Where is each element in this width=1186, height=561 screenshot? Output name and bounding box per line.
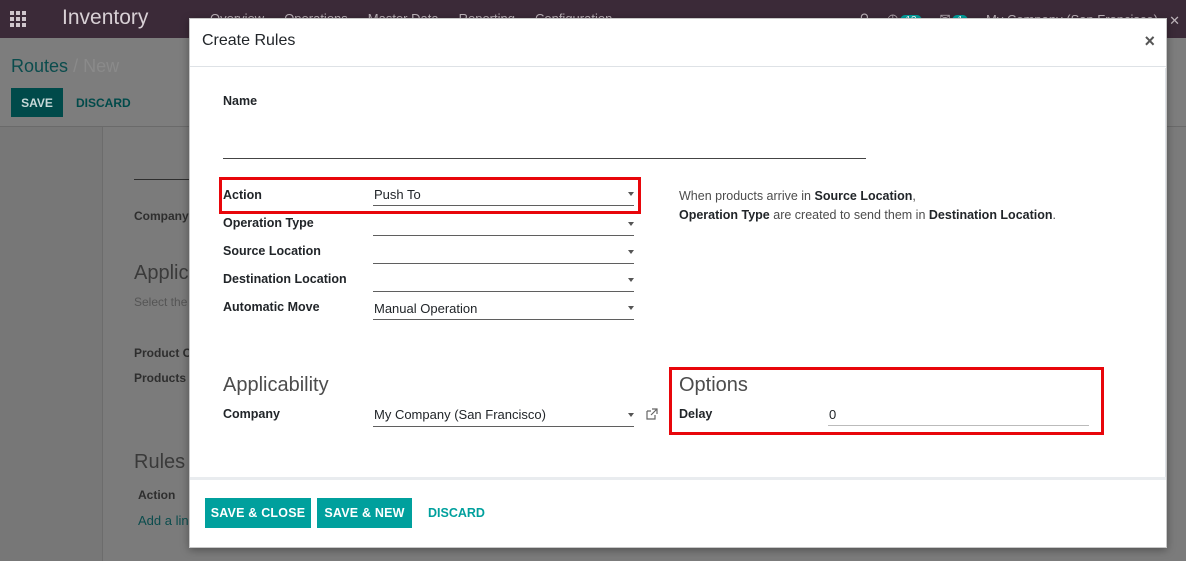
background-action-column: Action — [138, 488, 176, 502]
source-location-label: Source Location — [223, 244, 321, 258]
app-title: Inventory — [62, 6, 149, 29]
save-close-button[interactable]: SAVE & CLOSE — [205, 498, 311, 528]
operation-type-select[interactable] — [373, 214, 634, 236]
background-name-underline — [134, 179, 194, 180]
action-highlight-box — [219, 177, 641, 214]
discard-button[interactable]: DISCARD — [428, 506, 485, 520]
help-text-part: When products arrive in — [679, 189, 815, 203]
breadcrumb-current: New — [83, 56, 120, 76]
breadcrumb-separator: / — [73, 56, 79, 76]
chevron-down-icon — [628, 222, 634, 226]
rule-help-text: When products arrive in Source Location,… — [679, 187, 1099, 225]
breadcrumb: Routes / New — [11, 56, 119, 77]
background-company-label: Company — [134, 209, 189, 223]
dialog-body: Name Action Push To Operation Type Sourc… — [190, 68, 1166, 477]
dialog-header: Create Rules × — [190, 19, 1166, 67]
automatic-move-value: Manual Operation — [374, 301, 478, 316]
tools-icon[interactable]: ✕ — [1169, 13, 1180, 29]
company-label: Company — [223, 407, 280, 421]
name-input[interactable] — [223, 138, 866, 159]
background-rules-title: Rules — [134, 451, 186, 473]
background-products-label: Products — [134, 371, 187, 385]
chevron-down-icon — [628, 413, 634, 417]
chevron-down-icon — [628, 278, 634, 282]
help-destination-location: Destination Location — [928, 208, 1053, 222]
chevron-down-icon — [628, 306, 634, 310]
destination-location-label: Destination Location — [223, 272, 347, 286]
create-rules-dialog: Create Rules × Name Action Push To Opera… — [189, 18, 1167, 548]
automatic-move-select[interactable]: Manual Operation — [373, 298, 634, 320]
background-discard-button[interactable]: DISCARD — [76, 96, 131, 110]
background-add-line[interactable]: Add a lin — [138, 513, 189, 528]
options-highlight-box — [669, 367, 1104, 435]
applicability-title: Applicability — [223, 374, 329, 396]
dialog-scrollbar[interactable] — [1165, 68, 1166, 477]
apps-menu-icon[interactable] — [10, 11, 28, 27]
help-operation-type: Operation Type — [679, 208, 770, 222]
breadcrumb-routes[interactable]: Routes — [11, 56, 68, 76]
background-product-category-label: Product C — [134, 346, 192, 360]
external-link-icon[interactable] — [646, 408, 658, 420]
chevron-down-icon — [628, 250, 634, 254]
dialog-title: Create Rules — [202, 32, 296, 49]
help-source-location: Source Location — [814, 189, 913, 203]
destination-location-select[interactable] — [373, 270, 634, 292]
company-select[interactable]: My Company (San Francisco) — [373, 404, 634, 427]
company-value: My Company (San Francisco) — [374, 407, 546, 422]
background-save-button[interactable]: SAVE — [11, 88, 63, 117]
source-location-select[interactable] — [373, 242, 634, 264]
background-applicability-title: Applic — [134, 262, 189, 284]
close-icon[interactable]: × — [1144, 31, 1155, 52]
background-select-hint: Select the — [134, 295, 188, 309]
help-text-part: . — [1052, 208, 1056, 222]
name-label: Name — [223, 94, 258, 108]
save-new-button[interactable]: SAVE & NEW — [317, 498, 412, 528]
help-text-part: , — [912, 189, 916, 203]
operation-type-label: Operation Type — [223, 216, 314, 230]
help-text-part: are created to send them in — [769, 208, 929, 222]
automatic-move-label: Automatic Move — [223, 300, 320, 314]
dialog-footer: SAVE & CLOSE SAVE & NEW DISCARD — [190, 477, 1166, 547]
